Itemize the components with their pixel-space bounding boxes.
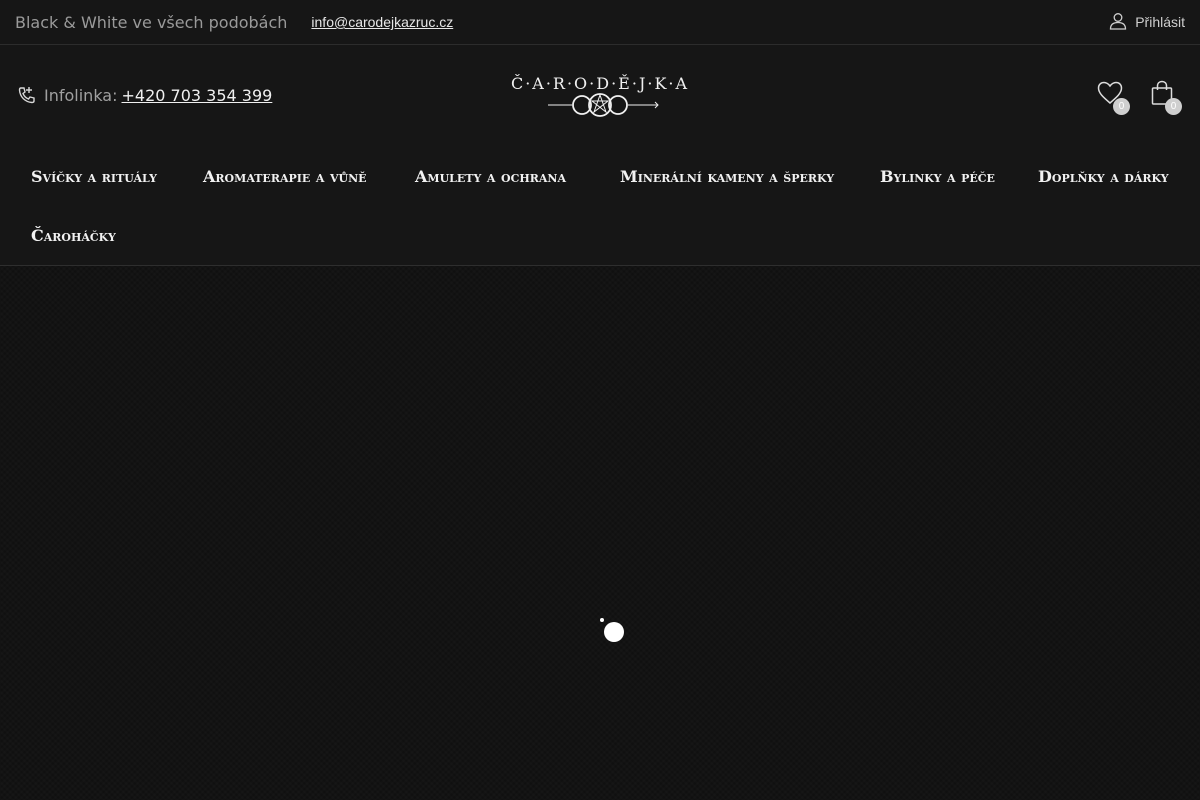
phone-link[interactable]: +420 703 354 399 — [122, 86, 273, 105]
login-label: Přihlásit — [1135, 14, 1185, 30]
infoline-label: Infolinka: — [44, 85, 118, 105]
wishlist-count-badge: 0 — [1113, 98, 1130, 115]
nav-item-minerals-jewelry[interactable]: Minerální kameny a šperky — [620, 157, 834, 216]
logo-text: Č·A·R·O·D·Ě·J·K·A — [511, 73, 689, 93]
cart-count-badge: 0 — [1165, 98, 1182, 115]
user-icon — [1109, 12, 1127, 33]
nav-item-amulets[interactable]: Amulety a ochrana — [415, 157, 570, 216]
loading-spinner — [600, 618, 630, 648]
nav-item-accessories-gifts[interactable]: Doplňky a dárky — [1038, 157, 1170, 216]
loader-dot-small — [600, 618, 604, 622]
email-link[interactable]: info@carodejkazruc.cz — [311, 14, 453, 30]
main-content — [0, 266, 1200, 800]
top-bar: Black & White ve všech podobách info@car… — [0, 0, 1200, 45]
nav-item-aromatherapy[interactable]: Aromaterapie a vůně — [203, 157, 367, 216]
phone-icon — [18, 86, 36, 104]
tagline: Black & White ve všech podobách — [15, 12, 288, 32]
nav-item-herbs-care[interactable]: Bylinky a péče — [880, 157, 995, 216]
infoline: Infolinka: +420 703 354 399 — [18, 86, 272, 105]
header-actions: 0 0 — [1096, 80, 1182, 115]
nav-item-candles-rituals[interactable]: Svíčky a rituály — [31, 157, 157, 216]
cart-button[interactable]: 0 — [1148, 80, 1182, 115]
wishlist-button[interactable]: 0 — [1096, 81, 1130, 115]
main-navigation: Svíčky a rituály Aromaterapie a vůně Amu… — [0, 145, 1200, 266]
login-button[interactable]: Přihlásit — [1109, 12, 1185, 33]
loader-dot-large — [604, 622, 624, 642]
logo[interactable]: Č·A·R·O·D·Ě·J·K·A — [500, 67, 700, 123]
header: Infolinka: +420 703 354 399 Č·A·R·O·D·Ě·… — [0, 45, 1200, 145]
